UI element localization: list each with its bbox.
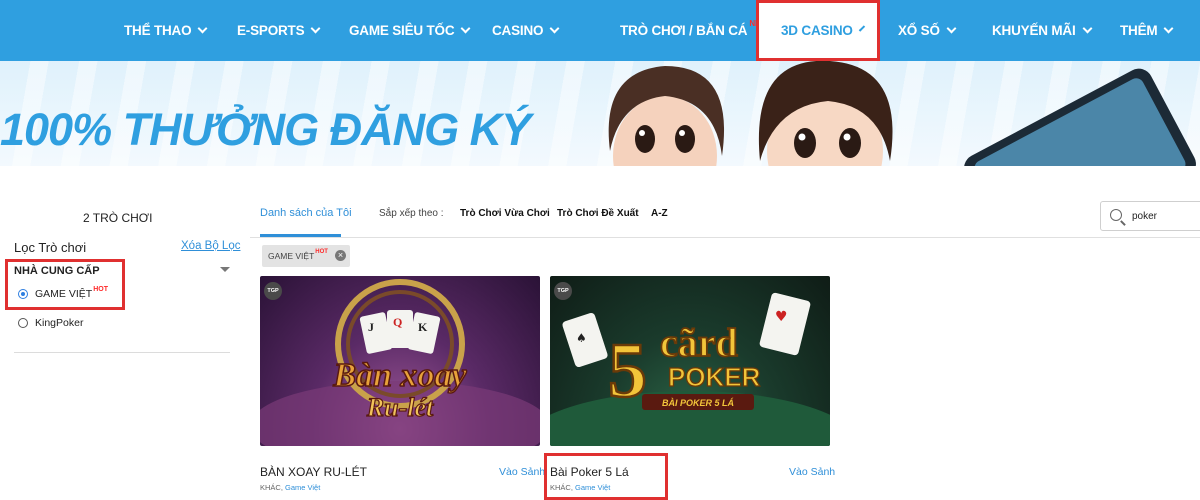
divider: [250, 237, 1200, 238]
nav-label: KHUYẾN MÃI: [992, 23, 1076, 38]
provider-tag: TGP: [554, 282, 572, 300]
nav-label: GAME SIÊU TỐC: [349, 23, 455, 38]
game-card-ban-xoay-ru-let[interactable]: TGP J Q K Bàn xoay Ru-lét: [260, 276, 540, 446]
game-provider[interactable]: Game Việt: [285, 483, 320, 492]
nav-item-3d-casino[interactable]: 3D CASINO: [756, 0, 880, 61]
nav-item-game-sieu-toc[interactable]: GAME SIÊU TỐC: [349, 0, 471, 61]
art-caption: BÀI POKER 5 LÁ: [662, 398, 734, 408]
chevron-down-icon: [460, 23, 471, 33]
chevron-down-icon: [858, 24, 865, 32]
chevron-down-icon: [946, 23, 957, 33]
provider-heading: NHÀ CUNG CẤP: [14, 265, 100, 277]
art-subtitle: Ru-lét: [366, 393, 434, 422]
game-count: 2 TRÒ CHƠI: [83, 211, 153, 225]
chevron-down-icon: [1164, 23, 1174, 33]
search-input[interactable]: [1132, 208, 1200, 224]
hot-badge: HOT: [93, 285, 108, 293]
art-title: Bàn xoay: [332, 357, 467, 394]
nav-label: 3D CASINO: [781, 23, 853, 38]
art-title: cãrd: [660, 320, 738, 365]
nav-item-esports[interactable]: E-SPORTS: [237, 0, 321, 61]
svg-text:♠: ♠: [576, 331, 587, 345]
art-subtitle: POKER: [668, 362, 761, 392]
enter-lobby-link[interactable]: Vào Sảnh: [499, 466, 545, 478]
nav-item-khuyen-mai[interactable]: KHUYẾN MÃI: [992, 0, 1092, 61]
svg-text:J: J: [368, 320, 374, 334]
chevron-down-icon: [310, 23, 321, 33]
close-circle-icon[interactable]: ×: [334, 250, 346, 261]
chevron-down-icon: [549, 23, 560, 33]
nav-label: XỔ SỐ: [898, 23, 940, 38]
banner-characters-illustration: [608, 61, 1196, 166]
top-nav: THỂ THAO E-SPORTS GAME SIÊU TỐC CASINO T…: [0, 0, 1200, 61]
chevron-down-icon: [1082, 23, 1092, 33]
promo-banner[interactable]: 100% THƯỞNG ĐĂNG KÝ: [0, 61, 1200, 166]
nav-item-them[interactable]: THÊM: [1120, 0, 1174, 61]
sort-recommended[interactable]: Trò Chơi Đề Xuất: [557, 208, 639, 219]
nav-item-the-thao[interactable]: THỂ THAO: [124, 0, 208, 61]
svg-text:Q: Q: [393, 315, 402, 329]
provider-option-game-viet[interactable]: GAME VIỆT HOT: [18, 285, 108, 300]
game-card-bai-poker-5-la[interactable]: TGP ♥ ♠ 5 cãrd POKER BÀI POKER 5 LÁ: [550, 276, 830, 446]
provider-label: GAME VIỆT: [35, 288, 93, 300]
divider: [14, 352, 230, 353]
chip-label: GAME VIỆT: [268, 251, 315, 261]
svg-text:K: K: [418, 320, 428, 334]
hot-badge: HOT: [315, 249, 328, 255]
nav-item-xo-so[interactable]: XỔ SỐ: [898, 0, 957, 61]
game-title[interactable]: BÀN XOAY RU-LÉT: [260, 465, 367, 479]
nav-label: THÊM: [1120, 23, 1158, 38]
svg-text:♥: ♥: [775, 309, 788, 325]
nav-label: E-SPORTS: [237, 23, 305, 38]
tab-my-list[interactable]: Danh sách của Tôi: [260, 207, 352, 219]
nav-item-casino[interactable]: CASINO: [492, 0, 560, 61]
radio-icon[interactable]: [18, 318, 28, 328]
enter-lobby-link[interactable]: Vào Sảnh: [789, 466, 835, 478]
radio-selected-icon[interactable]: [18, 289, 28, 299]
provider-option-kingpoker[interactable]: KingPoker: [18, 317, 83, 329]
sort-recently-played[interactable]: Trò Chơi Vừa Chơi: [460, 208, 550, 219]
sort-label: Sắp xếp theo :: [379, 208, 444, 219]
game-highlight-box: [544, 453, 668, 500]
provider-label: KingPoker: [35, 317, 84, 329]
search-icon: [1110, 209, 1122, 221]
filter-title: Lọc Trò chơi: [14, 240, 87, 255]
provider-tag: TGP: [264, 282, 282, 300]
poker-artwork: ♥ ♠ 5 cãrd POKER BÀI POKER 5 LÁ: [550, 292, 830, 446]
nav-label: THỂ THAO: [124, 23, 192, 38]
active-filter-chip: GAME VIỆT HOT ×: [262, 245, 350, 267]
nav-label: TRÒ CHƠI / BẮN CÁ: [620, 23, 748, 38]
caret-down-icon[interactable]: [220, 267, 230, 272]
game-category: KHÁC,: [260, 483, 283, 492]
chevron-down-icon: [197, 23, 208, 33]
search-box[interactable]: [1100, 201, 1200, 231]
nav-label: CASINO: [492, 23, 544, 38]
art-number: 5: [608, 326, 647, 413]
clear-filter-link[interactable]: Xóa Bộ Lọc: [181, 240, 240, 252]
game-meta: KHÁC, Game Việt: [260, 483, 320, 492]
sort-a-z[interactable]: A-Z: [651, 208, 668, 219]
roulette-artwork: J Q K Bàn xoay Ru-lét: [260, 279, 540, 446]
